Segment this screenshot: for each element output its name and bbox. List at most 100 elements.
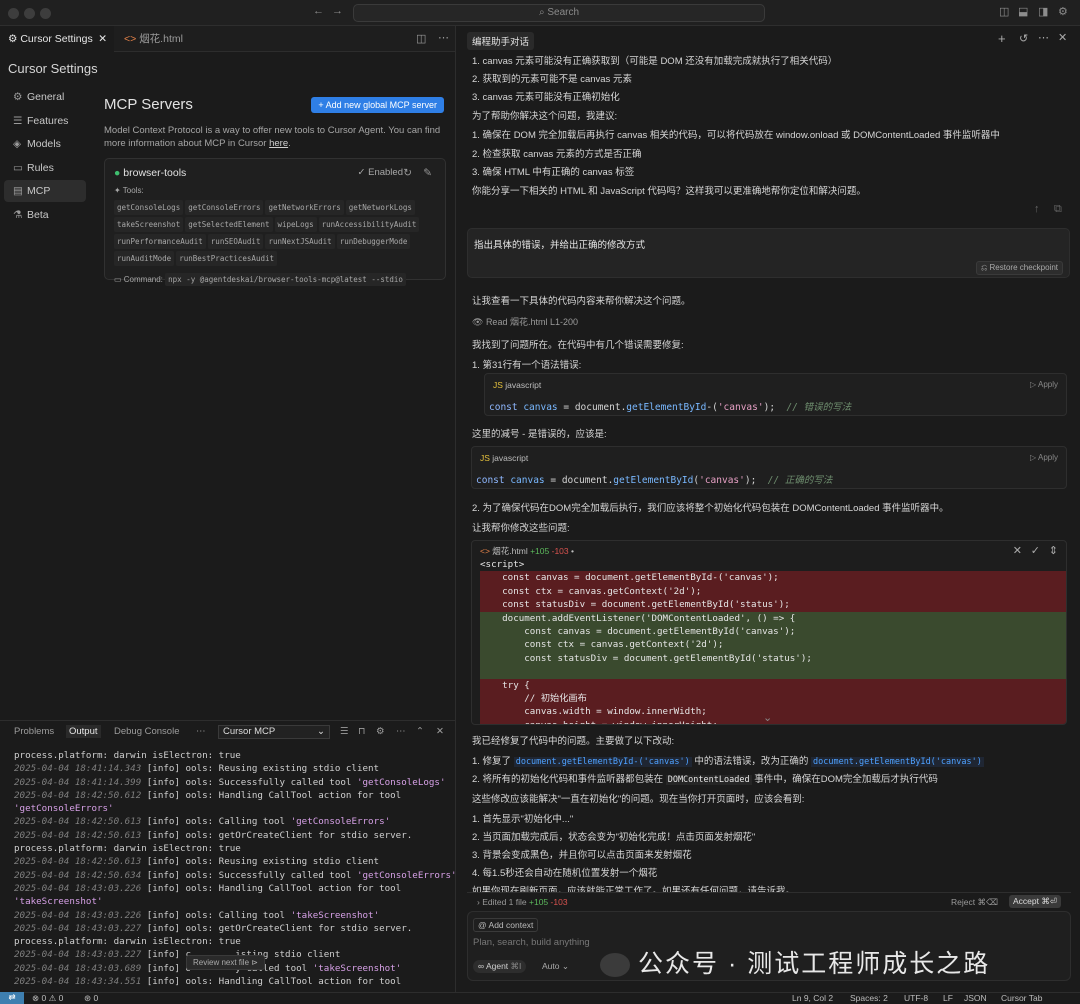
close-chat-icon[interactable]: ✕	[1058, 31, 1067, 44]
minimize-window-button[interactable]	[24, 8, 35, 19]
apply-button[interactable]: ▷ Apply	[1030, 380, 1058, 389]
code-language: javascript	[492, 453, 529, 463]
log-timestamp: 2025-04-04 18:42:50.612	[14, 789, 142, 801]
accept-diff-icon[interactable]: ✓	[1031, 544, 1040, 557]
problems-indicator[interactable]: ⊗ 0 ⚠ 0	[32, 993, 63, 1004]
tab-cursor-settings[interactable]: ⚙ Cursor Settings ✕	[0, 26, 114, 52]
sidebar-item-general[interactable]: ⚙ General	[4, 86, 86, 108]
filter-lines-icon[interactable]: ☰	[340, 726, 349, 737]
accept-all-button[interactable]: Accept ⌘⏎	[1009, 895, 1061, 908]
reject-diff-icon[interactable]: ✕	[1013, 544, 1022, 557]
assistant-text: 2. 检查获取 canvas 元素的方式是否正确	[472, 149, 642, 160]
restore-checkpoint-button[interactable]: ⎌ Restore checkpoint	[975, 261, 1063, 275]
editor-tabs: ⚙ Cursor Settings ✕ <> 烟花.html ◫ ⋯	[0, 26, 455, 52]
split-editor-icon[interactable]: ◫	[416, 32, 426, 45]
settings-gear-icon[interactable]: ⚙	[1058, 5, 1068, 18]
encoding[interactable]: UTF-8	[904, 993, 928, 1003]
sidebar-item-features[interactable]: ☰ Features	[4, 110, 86, 132]
mcp-docs-link[interactable]: here	[269, 138, 288, 149]
review-label: Review next file	[193, 958, 250, 967]
code-token: );	[744, 475, 768, 486]
new-chat-icon[interactable]: +	[998, 31, 1006, 46]
sidebar-item-beta[interactable]: ⚗ Beta	[4, 204, 86, 226]
back-arrow-icon[interactable]: ←	[313, 5, 324, 17]
warning-icon: ⚠	[48, 993, 59, 1003]
copy-icon[interactable]: ⧉	[1054, 203, 1062, 216]
assistant-text: 这些修改应该能解决"一直在初始化"的问题。现在当你打开页面时，应该会看到:	[472, 794, 805, 805]
read-file-step[interactable]: 👁 Read 烟花.html L1-200	[472, 315, 578, 328]
tab-output[interactable]: Output	[66, 725, 101, 738]
language-mode[interactable]: JSON	[964, 993, 987, 1003]
review-next-file-button[interactable]: Review next file ⊳	[186, 955, 265, 970]
code-token: canvas	[523, 402, 558, 413]
end-of-line[interactable]: LF	[943, 993, 953, 1003]
tab-problems[interactable]: Problems	[14, 726, 54, 737]
ports-indicator[interactable]: ⊛ 0	[84, 993, 98, 1004]
more-actions-icon[interactable]: ⋯	[438, 31, 449, 44]
cursor-tab-status[interactable]: Cursor Tab	[1001, 993, 1042, 1003]
tab-file-label: 烟花.html	[139, 33, 183, 45]
refresh-icon[interactable]: ↻	[403, 167, 412, 179]
more-panel-icon[interactable]: ⋯	[196, 726, 206, 737]
remote-indicator-icon[interactable]: ⇄	[0, 992, 24, 1004]
close-tab-icon[interactable]: ✕	[98, 26, 107, 52]
add-mcp-server-button[interactable]: + Add new global MCP server	[311, 97, 444, 113]
cursor-position[interactable]: Ln 9, Col 2	[792, 993, 833, 1003]
expand-diff-icon[interactable]: ⇕	[1049, 544, 1058, 557]
close-panel-icon[interactable]: ✕	[436, 726, 444, 737]
edited-additions: +105	[529, 897, 549, 907]
toggle-aux-bar-icon[interactable]: ◨	[1038, 5, 1048, 18]
log-text: [info] ools: Reusing existing stdio clie…	[141, 763, 380, 775]
settings-nav: ⚙ General ☰ Features ◈ Models ▭ Rules ▤ MCP ⚗…	[0, 86, 90, 227]
output-channel-select[interactable]: Cursor MCP ⌄	[218, 725, 330, 739]
lock-icon[interactable]: ⊓	[358, 726, 365, 737]
sidebar-item-models[interactable]: ◈ Models	[4, 133, 86, 155]
model-select[interactable]: Auto ⌄	[542, 961, 569, 972]
forward-arrow-icon[interactable]: →	[332, 5, 343, 17]
log-timestamp: 2025-04-04 18:41:14.343	[14, 763, 142, 775]
toggle-sidebar-icon[interactable]: ◫	[999, 5, 1009, 18]
nav-label: Features	[27, 114, 69, 127]
toggle-panel-icon[interactable]: ⬓	[1018, 5, 1028, 18]
sidebar-item-rules[interactable]: ▭ Rules	[4, 157, 86, 179]
assistant-text: 2. 获取到的元素可能不是 canvas 元素	[472, 74, 632, 85]
more-icon[interactable]: ⋯	[396, 726, 406, 737]
code-token: getElementById	[613, 475, 694, 486]
user-message[interactable]: 指出具体的错误，并给出正确的修改方式 ⎌ Restore checkpoint	[467, 228, 1070, 278]
tab-file[interactable]: <> 烟花.html	[116, 26, 191, 52]
history-icon[interactable]: ↺	[1019, 32, 1028, 45]
agent-mode-select[interactable]: ∞ Agent ⌘I	[473, 960, 527, 973]
assistant-text: 1. 确保在 DOM 完全加载后再执行 canvas 相关的代码，可以将代码放在…	[472, 130, 1000, 141]
maximize-window-button[interactable]	[40, 8, 51, 19]
assistant-text: 3. canvas 元素可能没有正确初始化	[472, 92, 620, 103]
edited-files-toggle[interactable]: › Edited 1 file +105 -103	[477, 897, 568, 907]
command-search-input[interactable]: ⌕ Search	[353, 4, 765, 22]
settings-icon[interactable]: ⚙	[376, 726, 385, 737]
text-segment: 中的语法错误，改为正确的	[691, 756, 811, 767]
reject-all-button[interactable]: Reject ⌘⌫	[951, 897, 998, 908]
edited-files-bar: › Edited 1 file +105 -103 Reject ⌘⌫ Acce…	[467, 892, 1071, 910]
maximize-panel-icon[interactable]: ⌃	[416, 726, 424, 737]
chat-panel: 编程助手对话 + ↺ ⋯ ✕ 1. canvas 元素可能没有正确获取到（可能是…	[457, 26, 1080, 992]
tool-chip: getSelectedElement	[185, 217, 273, 232]
close-window-button[interactable]	[8, 8, 19, 19]
apply-button[interactable]: ▷ Apply	[1030, 453, 1058, 462]
edit-pencil-icon[interactable]: ✎	[423, 167, 432, 179]
more-actions-icon[interactable]: ⋯	[1038, 31, 1049, 44]
tab-debug-console[interactable]: Debug Console	[114, 726, 180, 737]
user-message-text: 指出具体的错误，并给出正确的修改方式	[474, 240, 646, 251]
sidebar-item-mcp[interactable]: ▤ MCP	[4, 180, 86, 202]
server-enabled-toggle[interactable]: ✓ Enabled	[358, 167, 403, 178]
code-token: -(	[706, 402, 718, 413]
agent-label: Agent	[485, 961, 509, 971]
nav-label: Models	[27, 138, 61, 150]
add-context-button[interactable]: @ Add context	[473, 918, 539, 932]
terminal-icon: ▭	[114, 275, 124, 284]
scroll-down-icon[interactable]: ⌄	[763, 711, 772, 724]
flask-icon: ⚗	[13, 208, 23, 221]
log-text: [info] ools: Successfully called tool	[141, 776, 357, 788]
indentation[interactable]: Spaces: 2	[850, 993, 888, 1003]
js-icon: JS	[493, 380, 506, 390]
thumbs-up-icon[interactable]: ↑	[1034, 203, 1040, 215]
log-line: 2025-04-04 18:42:50.634 [info] ools: Suc…	[14, 869, 457, 882]
